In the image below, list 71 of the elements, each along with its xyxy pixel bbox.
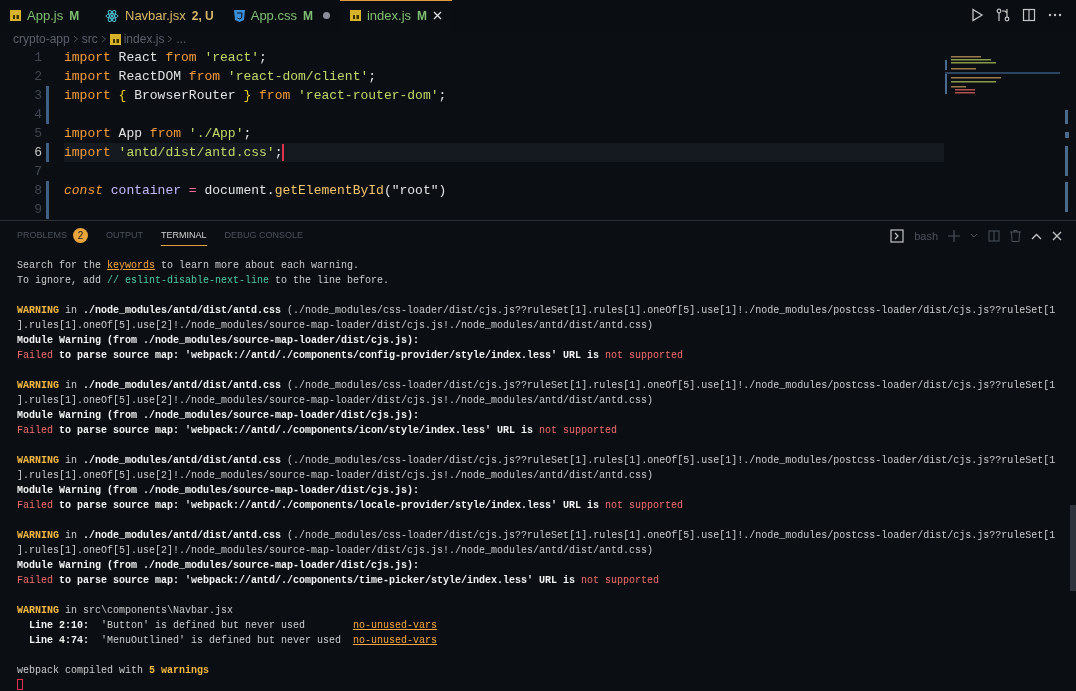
- line-number: 9: [33, 200, 43, 219]
- panel-tab[interactable]: PROBLEMS 2: [17, 226, 88, 246]
- tab-label: App.js: [27, 6, 64, 25]
- code-line: import ReactDOM from 'react-dom/client';: [64, 67, 377, 86]
- terminal-line: Failed to parse source map: 'webpack://antd/./components/locale-provider/style/index.less' URL is not supported: [17, 499, 684, 513]
- terminal-line: WARNING in ./node_modules/antd/dist/antd.css (./node_modules/css-loader/dist/cjs.js??ruleSet[1].rules[1].oneOf[5].use[1]!./node_modules/postcss-loader/dist/cjs.js??ruleSet[1: [17, 529, 1056, 543]
- js-file-icon: [109, 33, 121, 45]
- line-number: 6: [33, 143, 43, 162]
- git-status: 2, U: [191, 7, 214, 25]
- close-icon[interactable]: [1052, 231, 1062, 241]
- caret-icon[interactable]: [970, 233, 978, 239]
- git-status: M: [417, 7, 428, 25]
- terminal-line: ].rules[1].oneOf[5].use[2]!./node_modules/source-map-loader/dist/cjs.js!./node_modules/antd/dist/antd.css): [17, 544, 654, 558]
- terminal-line: Failed to parse source map: 'webpack://antd/./components/icon/style/index.less' URL is not supported: [17, 424, 618, 438]
- terminal-line: To ignore, add // eslint-disable-next-line to the line before.: [17, 274, 390, 288]
- terminal-line: Failed to parse source map: 'webpack://antd/./components/time-picker/style/index.less' URL is not supported: [17, 574, 660, 588]
- terminal-line: Module Warning (from ./node_modules/source-map-loader/dist/cjs.js):: [17, 334, 420, 348]
- tab-label: index.js: [366, 6, 412, 25]
- terminal-line: WARNING in src\components\Navbar.jsx: [17, 604, 234, 618]
- link[interactable]: no-unused-vars: [353, 620, 438, 631]
- tab-label: Navbar.jsx: [125, 6, 186, 25]
- terminal-line: Line 2:10: 'Button' is defined but never used no-unused-vars: [28, 619, 438, 633]
- compare-changes-icon[interactable]: [996, 8, 1010, 22]
- terminal-line: ].rules[1].oneOf[5].use[2]!./node_modules/source-map-loader/dist/cjs.js!./node_modules/antd/dist/antd.css): [17, 319, 654, 333]
- chevron-up-icon[interactable]: [1031, 232, 1042, 240]
- line-number: 2: [33, 67, 43, 86]
- code-line: const container = document.getElementById("root"): [64, 181, 447, 200]
- css-file-icon: [233, 9, 245, 22]
- terminal-line: Module Warning (from ./node_modules/source-map-loader/dist/cjs.js):: [17, 409, 420, 423]
- chevron-icon: [167, 35, 174, 43]
- terminal-line: Module Warning (from ./node_modules/source-map-loader/dist/cjs.js):: [17, 559, 420, 573]
- split-editor-icon[interactable]: [1022, 8, 1036, 22]
- code-line: import App from './App';: [64, 124, 252, 143]
- js-file-icon: [349, 10, 361, 21]
- close-icon[interactable]: [433, 11, 443, 20]
- count-badge: 2: [73, 228, 88, 243]
- tab-label: App.css: [250, 6, 297, 25]
- terminal-line: Failed to parse source map: 'webpack://antd/./components/config-provider/style/index.less' URL is not supported: [17, 349, 684, 363]
- line-number: 5: [33, 124, 43, 143]
- more-icon[interactable]: [1048, 13, 1062, 17]
- line-number: 1: [33, 48, 43, 67]
- line-number: 7: [33, 162, 43, 181]
- scrollbar-thumb[interactable]: [1070, 505, 1076, 591]
- line-number: 3: [33, 86, 43, 105]
- terminal-line: Line 4:74: 'MenuOutlined' is defined but never used no-unused-vars: [28, 634, 438, 648]
- terminal-cursor: [17, 679, 23, 690]
- terminal-line: ].rules[1].oneOf[5].use[2]!./node_modules/source-map-loader/dist/cjs.js!./node_modules/antd/dist/antd.css): [17, 469, 654, 483]
- js-file-icon: [10, 10, 21, 21]
- terminal-line: ].rules[1].oneOf[5].use[2]!./node_modules/source-map-loader/dist/cjs.js!./node_modules/antd/dist/antd.css): [17, 394, 654, 408]
- chevron-icon: [100, 35, 107, 43]
- atom-icon: [105, 8, 119, 23]
- git-status: M: [302, 7, 313, 25]
- code-line: import { BrowserRouter } from 'react-router-dom';: [64, 86, 447, 105]
- chevron-icon: [72, 35, 79, 43]
- code-line: import React from 'react';: [64, 48, 267, 67]
- terminal-line: WARNING in ./node_modules/antd/dist/antd.css (./node_modules/css-loader/dist/cjs.js??ruleSet[1].rules[1].oneOf[5].use[1]!./node_modules/postcss-loader/dist/cjs.js??ruleSet[1: [17, 304, 1056, 318]
- line-number: 4: [33, 105, 43, 124]
- line-number: 8: [33, 181, 43, 200]
- git-status: M: [69, 7, 80, 25]
- panel-tab[interactable]: TERMINAL: [161, 226, 207, 246]
- trash-icon[interactable]: [1010, 230, 1021, 242]
- link[interactable]: no-unused-vars: [353, 635, 438, 646]
- terminal-line: WARNING in ./node_modules/antd/dist/antd.css (./node_modules/css-loader/dist/cjs.js??ruleSet[1].rules[1].oneOf[5].use[1]!./node_modules/postcss-loader/dist/cjs.js??ruleSet[1: [17, 454, 1056, 468]
- terminal-icon[interactable]: [890, 229, 905, 243]
- run-icon[interactable]: [970, 8, 984, 22]
- terminal-line: webpack compiled with 5 warnings: [17, 664, 210, 678]
- terminal-line: Search for the keywords to learn more about each warning.: [17, 259, 360, 273]
- terminal-line: Module Warning (from ./node_modules/source-map-loader/dist/cjs.js):: [17, 484, 420, 498]
- code-line: import 'antd/dist/antd.css';: [64, 143, 283, 162]
- link[interactable]: keywords: [107, 260, 156, 271]
- terminal-line: WARNING in ./node_modules/antd/dist/antd.css (./node_modules/css-loader/dist/cjs.js??ruleSet[1].rules[1].oneOf[5].use[1]!./node_modules/postcss-loader/dist/cjs.js??ruleSet[1: [17, 379, 1056, 393]
